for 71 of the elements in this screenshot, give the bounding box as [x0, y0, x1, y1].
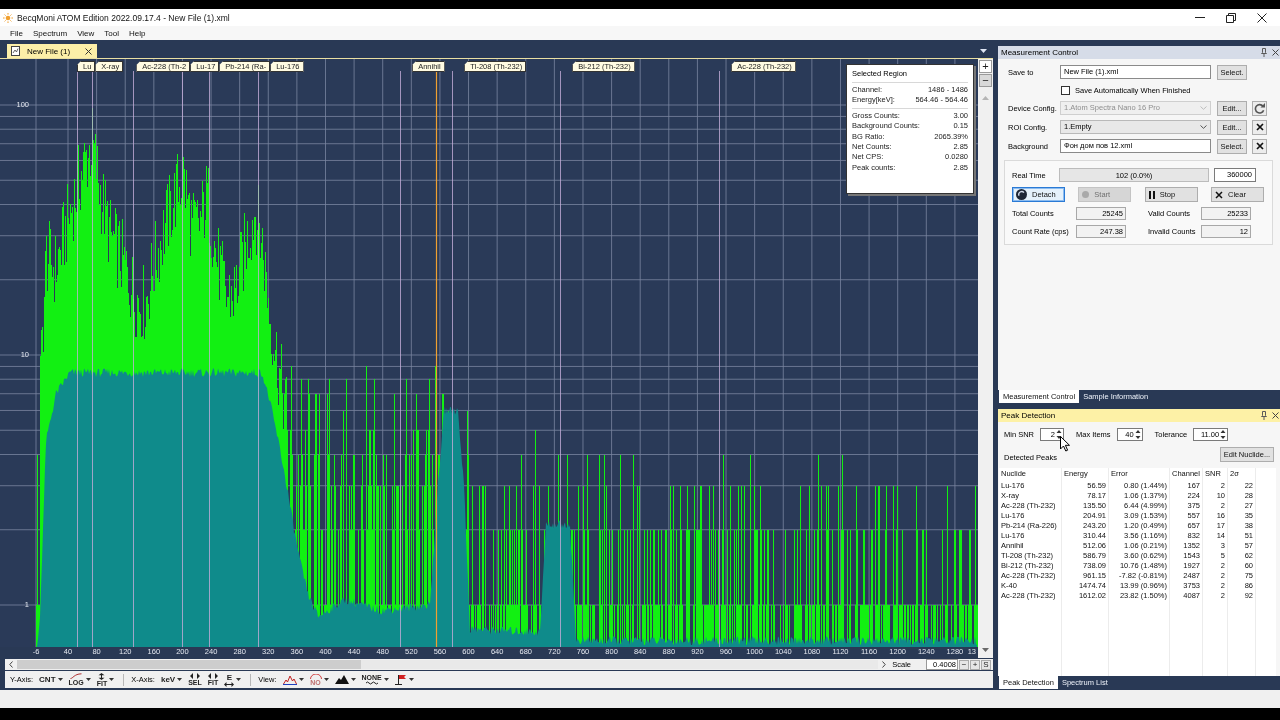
spinner-arrows-icon[interactable] — [1220, 429, 1227, 440]
window-title: BecqMoni ATOM Edition 2022.09.17.4 - New File (1).xml — [17, 12, 230, 23]
caret-icon — [109, 678, 115, 681]
sun-icon — [3, 12, 13, 23]
mountain-icon — [334, 675, 349, 684]
spinner-arrows-icon[interactable] — [1134, 429, 1141, 440]
caret-icon — [408, 678, 414, 681]
zoom-button[interactable]: + — [979, 60, 992, 73]
caret-icon — [177, 678, 183, 681]
caret-down-icon[interactable] — [980, 49, 987, 53]
scale-button[interactable]: S — [981, 659, 991, 670]
vertical-arrows-icon — [98, 672, 106, 680]
caret-icon — [57, 678, 63, 681]
menu-item[interactable]: File — [5, 27, 28, 39]
scale-button[interactable]: − — [959, 659, 969, 670]
chevron-down-icon — [1200, 106, 1207, 110]
document-tab[interactable]: New File (1) — [7, 44, 98, 58]
caret-icon — [323, 678, 329, 681]
chevron-right-icon[interactable] — [882, 661, 887, 668]
panel-title: Peak Detection — [1001, 411, 1056, 420]
refresh-button[interactable] — [1252, 100, 1267, 116]
scrollbar-thumb[interactable] — [17, 660, 362, 669]
cross-icon — [1255, 123, 1264, 131]
caret-icon — [85, 678, 91, 681]
dot-icon — [1082, 191, 1090, 198]
pause-icon — [1148, 190, 1155, 199]
scale-button[interactable]: + — [970, 659, 980, 670]
caret-icon — [350, 678, 356, 681]
remove-button[interactable] — [1252, 119, 1267, 135]
caret-down-icon[interactable] — [982, 648, 989, 652]
menu-item[interactable]: View — [72, 27, 100, 39]
cursor-icon — [1060, 436, 1070, 452]
menu-item[interactable]: Spectrum — [27, 27, 73, 39]
close-icon[interactable] — [1272, 412, 1279, 419]
unit-button[interactable]: keV — [158, 675, 185, 684]
horizontal-scrollbar[interactable] — [17, 660, 879, 669]
peaks-view-button[interactable] — [280, 674, 306, 685]
checkbox[interactable] — [1061, 85, 1070, 95]
caret-icon — [298, 678, 304, 681]
flag-icon — [394, 674, 407, 685]
disc-icon — [1016, 189, 1027, 200]
chevron-left-icon[interactable] — [9, 661, 13, 668]
double-arrow-icon — [224, 681, 235, 687]
energy-button[interactable]: E — [222, 672, 244, 687]
menu-item[interactable]: Tool — [99, 27, 124, 39]
refresh-icon — [1254, 102, 1265, 114]
caret-icon — [383, 678, 389, 681]
flag-button[interactable] — [392, 674, 416, 685]
fill-view-button[interactable] — [332, 675, 358, 684]
restore-icon[interactable] — [1226, 12, 1236, 23]
close-icon[interactable] — [85, 47, 93, 55]
pin-icon[interactable] — [1261, 48, 1267, 57]
panel-title: Measurement Control — [1001, 48, 1078, 57]
peaks-icon — [282, 674, 297, 685]
chart-icon — [11, 46, 20, 56]
pin-icon[interactable] — [1261, 411, 1267, 420]
curve-icon — [70, 673, 83, 679]
chevron-down-icon — [1200, 125, 1207, 129]
zoom-button[interactable]: − — [979, 74, 992, 87]
horizontal-arrows-icon — [190, 673, 200, 679]
remove-button[interactable] — [1252, 138, 1267, 154]
close-icon[interactable] — [1272, 49, 1279, 56]
arc-icon — [309, 673, 322, 679]
close-icon[interactable] — [1257, 12, 1267, 23]
cross-icon — [1255, 142, 1264, 150]
horizontal-arrows-icon — [208, 673, 219, 679]
menu-item[interactable]: Help — [124, 27, 151, 39]
caret-icon — [236, 678, 242, 681]
wave-icon — [365, 681, 378, 685]
cross-icon — [1215, 190, 1223, 199]
unit-button[interactable]: CNT — [37, 675, 65, 684]
